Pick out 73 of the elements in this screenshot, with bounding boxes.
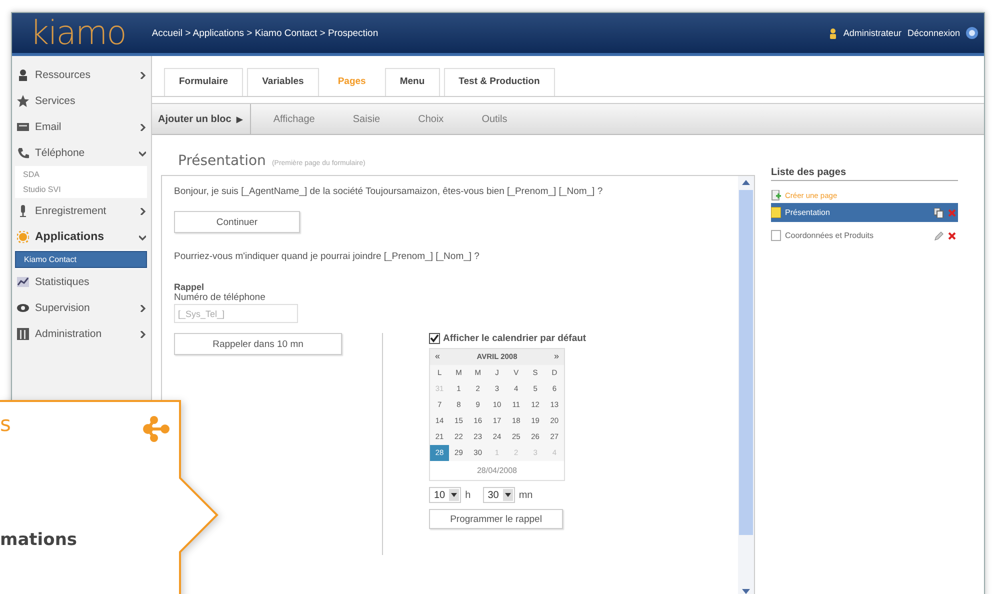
sidebar-item[interactable]: Ressources [15,62,151,88]
hour-select[interactable]: 10 [429,487,462,503]
toolbar-menu-item[interactable]: Choix [402,114,460,124]
sidebar-item[interactable]: Enregistrement [15,198,151,224]
sidebar-item[interactable]: Applications [15,224,151,250]
checkbox-label: Afficher le calendrier par défaut [443,333,586,344]
sidebar-subitem[interactable]: SDA [15,167,147,182]
star-icon [17,95,29,107]
sidebar-item[interactable]: Supervision [15,295,151,321]
recall-button[interactable]: Rappeler dans 10 mn [174,333,342,355]
tab[interactable]: Test & Production [444,68,555,96]
sidebar-item[interactable]: Statistiques [15,269,151,295]
sidebar-subitem[interactable]: Kiamo Contact [15,251,147,268]
chevron-right-icon [139,304,146,312]
sidebar-item[interactable]: Email [15,114,151,140]
section-heading: Rappel [174,282,206,292]
next-month-button[interactable]: » [554,351,559,363]
chevron-right-icon [139,72,146,78]
panel-title: Liste des pages [771,167,958,181]
tab[interactable]: Variables [247,68,319,96]
toolbar-menu-item[interactable]: Affichage [257,114,331,124]
add-block-menu[interactable]: Ajouter un bloc ▶ [152,104,252,134]
columns-icon [17,328,29,340]
toolbar-menu-item[interactable]: Saisie [336,114,396,124]
delete-icon [948,208,956,216]
chevron-right-icon [139,124,146,130]
chart-icon [17,276,29,288]
checkbox[interactable] [429,333,440,344]
chevron-down-icon [139,150,146,156]
delete-icon [948,232,956,240]
new-page-icon [771,190,781,200]
chevron-right-icon [139,330,146,338]
callout-text: mations [0,530,78,550]
unit-label: mn [518,490,533,500]
question-text: Pourriez-vous m'indiquer quand je pourrai joindre [_Prenom_] [_Nom_] ? [174,251,480,262]
page-list-item[interactable]: Présentation [771,203,958,222]
continue-button[interactable]: Continuer [174,211,300,233]
tab[interactable]: Formulaire [164,68,244,96]
microphone-icon [17,205,29,217]
copy-icon [934,208,944,218]
schedule-button[interactable]: Programmer le rappel [429,509,563,529]
envelope-icon [17,121,29,133]
person-icon [17,69,29,81]
user-icon [829,28,838,38]
logo: kiamo [30,15,126,51]
help-icon [966,27,978,39]
toolbar-menu-item[interactable]: Outils [466,114,524,124]
chevron-down-icon [139,234,146,240]
page-title: Présentation [178,153,266,169]
logout-link[interactable]: Déconnexion [907,28,960,38]
tab[interactable]: Menu [384,68,440,96]
sidebar-item[interactable]: Services [15,88,151,114]
breadcrumb: Accueil > Applications > Kiamo Contact > Prospection [152,28,378,38]
page-list-item[interactable]: Coordonnées et Produits [771,226,958,245]
note-icon [771,207,781,218]
user-link[interactable]: Administrateur [843,28,902,38]
unit-label: h [465,490,471,500]
page-icon [771,230,781,241]
edit-icon [934,230,944,240]
greeting-text: Bonjour, je suis [_AgentName_] de la société Toujoursamaizon, êtes-vous bien [_Prenom_] [_Nom_] ? [174,186,604,197]
sun-icon [17,231,29,243]
sidebar-item[interactable]: Administration [15,321,151,347]
selected-date: 28/04/2008 [430,461,564,480]
share-icon [142,416,170,442]
phone-icon [17,147,29,159]
previous-month-button[interactable]: « [435,351,440,363]
minute-select[interactable]: 30 [482,487,515,503]
sidebar-item[interactable]: Téléphone [15,140,151,166]
chevron-right-icon [139,208,146,214]
sidebar-subitem[interactable]: Studio SVI [15,182,147,197]
callout-heading: s [0,412,11,436]
field-label: Numéro de téléphone [174,292,266,303]
eye-icon [17,302,29,314]
